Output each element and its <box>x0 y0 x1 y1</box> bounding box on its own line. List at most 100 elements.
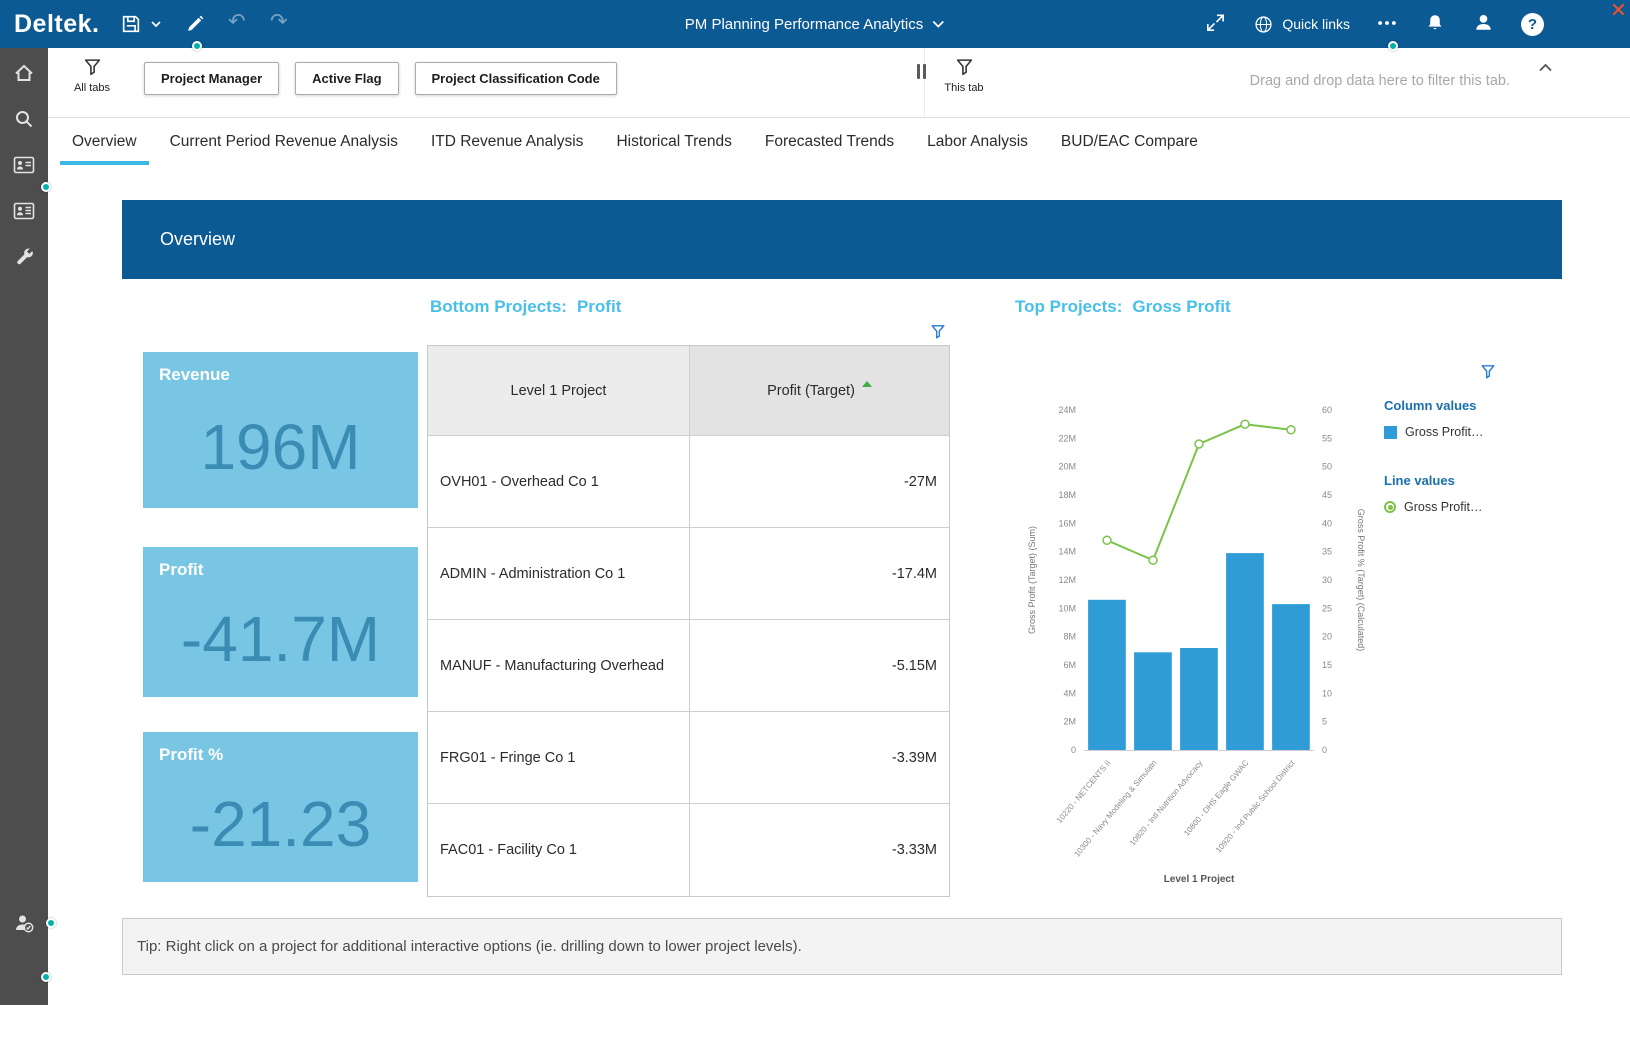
filter-bar-drag-handle[interactable] <box>917 64 926 79</box>
profit-cell: -27M <box>690 436 949 527</box>
kpi-label: Profit <box>143 547 418 580</box>
tab-historical-trends[interactable]: Historical Trends <box>616 118 731 165</box>
indicator-dot <box>41 972 51 982</box>
indicator-dot <box>1388 41 1398 51</box>
chart-bar[interactable] <box>1088 600 1126 750</box>
project-cell: FRG01 - Fringe Co 1 <box>428 712 690 803</box>
bottom-projects-table: Level 1 Project Profit (Target) OVH01 - … <box>427 345 950 897</box>
save-button[interactable] <box>120 13 142 35</box>
kpi-card-profit: Profit -41.7M <box>143 547 418 697</box>
tab-labor-analysis[interactable]: Labor Analysis <box>927 118 1028 165</box>
filter-funnel-icon <box>83 58 102 77</box>
redo-icon[interactable]: ↷ <box>270 9 288 34</box>
close-icon[interactable] <box>1611 2 1626 20</box>
sidebar-search-button[interactable] <box>0 96 48 142</box>
filter-bar: All tabs Project Manager Active Flag Pro… <box>48 48 1630 118</box>
legend-line-swatch-dot <box>1388 505 1393 510</box>
all-tabs-filter[interactable]: All tabs <box>60 58 124 94</box>
tab-forecasted-trends[interactable]: Forecasted Trends <box>765 118 894 165</box>
app-title-dropdown[interactable]: PM Planning Performance Analytics <box>685 0 945 48</box>
filter-pill-project-manager[interactable]: Project Manager <box>144 62 279 95</box>
filter-funnel-icon <box>1480 364 1496 380</box>
left-axis-tick: 2M <box>1063 717 1076 727</box>
filter-drop-zone[interactable]: Drag and drop data here to filter this t… <box>1250 73 1510 89</box>
notifications-button[interactable] <box>1424 12 1446 37</box>
right-axis-tick: 25 <box>1322 603 1332 613</box>
indicator-dot <box>46 918 56 928</box>
this-tab-label: This tab <box>944 82 983 94</box>
chart-bar[interactable] <box>1272 604 1310 750</box>
collapse-filter-bar-button[interactable] <box>1537 61 1554 78</box>
column-header-level1-project[interactable]: Level 1 Project <box>428 346 690 435</box>
chart-point[interactable] <box>1149 556 1157 564</box>
left-axis-tick: 18M <box>1058 490 1076 500</box>
filter-funnel-icon <box>955 58 974 77</box>
column-header-profit-target[interactable]: Profit (Target) <box>690 346 949 435</box>
sidebar-approvals-button[interactable] <box>0 900 48 946</box>
profit-cell: -3.33M <box>690 804 949 896</box>
dashboard-tabs: Overview Current Period Revenue Analysis… <box>48 118 1630 165</box>
sidebar-tools-button[interactable] <box>0 234 48 280</box>
right-axis-tick: 20 <box>1322 632 1332 642</box>
right-axis-title: Gross Profit % (Target) (Calculated) <box>1356 509 1366 652</box>
x-category-label: 10300 - Navy Modeling & Simulatn <box>1072 759 1158 859</box>
tab-bud-eac-compare[interactable]: BUD/EAC Compare <box>1061 118 1198 165</box>
kpi-card-revenue: Revenue 196M <box>143 352 418 508</box>
sort-ascending-icon <box>862 381 872 387</box>
kpi-label: Profit % <box>143 732 418 765</box>
expand-button[interactable] <box>1204 11 1227 37</box>
legend-line-item: Gross Profit… <box>1384 500 1554 514</box>
table-filter-button[interactable] <box>930 324 946 343</box>
chart-filter-button[interactable] <box>1480 364 1496 383</box>
profile-button[interactable] <box>1472 11 1495 37</box>
more-options-button[interactable] <box>1376 12 1398 37</box>
top-projects-title: Top Projects: Gross Profit <box>1015 297 1231 317</box>
table-row[interactable]: OVH01 - Overhead Co 1 -27M <box>428 436 949 528</box>
this-tab-filter[interactable]: This tab <box>932 58 996 94</box>
quick-links-button[interactable]: Quick links <box>1253 14 1350 35</box>
title-prefix: Bottom Projects: <box>430 297 567 317</box>
filter-pill-active-flag[interactable]: Active Flag <box>295 62 398 95</box>
help-button[interactable]: ? <box>1521 13 1544 36</box>
chart-bar[interactable] <box>1226 553 1264 750</box>
table-row[interactable]: FAC01 - Facility Co 1 -3.33M <box>428 804 949 896</box>
left-axis-title: Gross Profit (Target) (Sum) <box>1027 526 1037 634</box>
pencil-icon <box>184 13 206 35</box>
tab-overview[interactable]: Overview <box>72 118 137 165</box>
right-axis-tick: 5 <box>1322 717 1327 727</box>
table-row[interactable]: MANUF - Manufacturing Overhead -5.15M <box>428 620 949 712</box>
left-axis-tick: 16M <box>1058 518 1076 528</box>
section-banner: Overview <box>122 200 1562 279</box>
right-axis-tick: 15 <box>1322 660 1332 670</box>
table-row[interactable]: ADMIN - Administration Co 1 -17.4M <box>428 528 949 620</box>
legend-column-header: Column values <box>1384 398 1554 413</box>
filter-funnel-icon <box>930 324 946 340</box>
sidebar-resources-button[interactable] <box>0 188 48 234</box>
filter-pill-project-classification-code[interactable]: Project Classification Code <box>415 62 617 95</box>
kpi-label: Revenue <box>143 352 418 385</box>
right-axis-tick: 60 <box>1322 405 1332 415</box>
table-header-row: Level 1 Project Profit (Target) <box>428 346 949 436</box>
undo-icon[interactable]: ↶ <box>228 9 246 34</box>
title-metric: Profit <box>577 297 621 317</box>
chart-bar[interactable] <box>1180 648 1218 750</box>
chart-point[interactable] <box>1195 440 1203 448</box>
save-menu-chevron-icon[interactable] <box>150 19 162 30</box>
sidebar-home-button[interactable] <box>0 50 48 96</box>
chart-bar[interactable] <box>1134 652 1172 750</box>
tab-current-period-revenue-analysis[interactable]: Current Period Revenue Analysis <box>170 118 398 165</box>
edit-pencil-button[interactable] <box>184 13 206 35</box>
left-axis-tick: 6M <box>1063 660 1076 670</box>
chart-point[interactable] <box>1103 536 1111 544</box>
sidebar-contact-card-button[interactable] <box>0 142 48 188</box>
chart-point[interactable] <box>1287 426 1295 434</box>
table-row[interactable]: FRG01 - Fringe Co 1 -3.39M <box>428 712 949 804</box>
kpi-value: -21.23 <box>143 765 418 882</box>
wrench-icon <box>13 246 36 269</box>
help-icon: ? <box>1521 13 1544 36</box>
tip-bar: Tip: Right click on a project for additi… <box>122 918 1562 975</box>
legend-line-header: Line values <box>1384 473 1554 488</box>
contact-card-icon <box>12 153 36 177</box>
chart-point[interactable] <box>1241 420 1249 428</box>
tab-itd-revenue-analysis[interactable]: ITD Revenue Analysis <box>431 118 584 165</box>
